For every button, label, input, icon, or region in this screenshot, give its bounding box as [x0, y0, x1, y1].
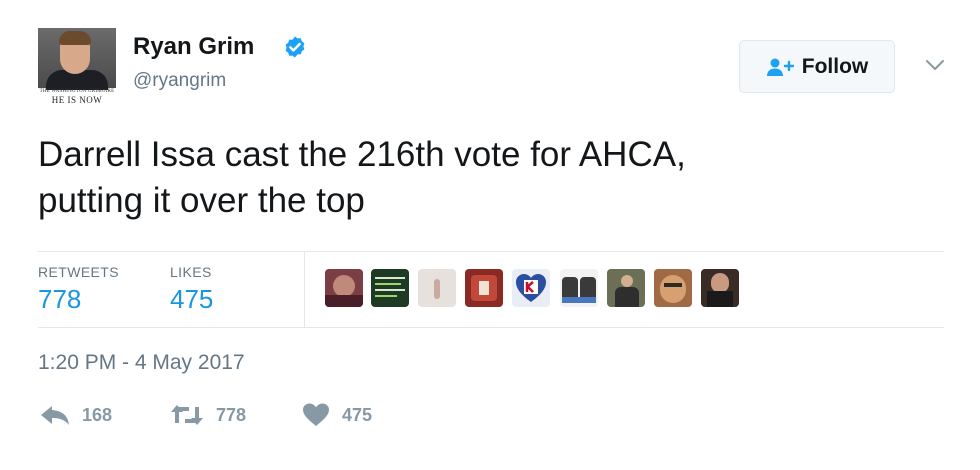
tweet-timestamp[interactable]: 1:20 PM - 4 May 2017	[38, 351, 245, 375]
chevron-down-icon[interactable]	[924, 58, 946, 72]
tweet-text-line-1: Darrell Issa cast the 216th vote for AHC…	[38, 135, 686, 174]
verified-icon	[285, 36, 305, 58]
reply-count: 168	[82, 404, 113, 425]
retweet-icon	[171, 405, 203, 425]
tweet-text-line-2: putting it over the top	[38, 181, 365, 220]
liker-avatar[interactable]	[607, 269, 645, 307]
liker-avatar[interactable]	[512, 269, 550, 307]
reply-icon	[41, 406, 69, 425]
reply-action[interactable]: 168	[40, 400, 112, 430]
tweet-text: Darrell Issa cast the 216th vote for AHC…	[38, 132, 938, 224]
likes-count[interactable]: 475	[170, 284, 213, 315]
liker-avatar[interactable]	[654, 269, 692, 307]
stats-top-divider	[38, 251, 944, 252]
liker-avatar[interactable]	[701, 269, 739, 307]
follow-label: Follow	[801, 54, 869, 78]
liker-avatar[interactable]	[418, 269, 456, 307]
follow-user-icon	[766, 58, 794, 76]
retweet-count: 778	[216, 404, 247, 425]
liker-avatar-shape	[516, 274, 546, 302]
heart-icon	[303, 403, 329, 426]
liker-avatar[interactable]	[371, 269, 409, 307]
like-count: 475	[342, 404, 373, 425]
author-name[interactable]: Ryan Grim	[133, 33, 254, 61]
avatar-photo	[38, 28, 116, 90]
avatar-caption-small: THE WASHINGTON GRIMOIRE	[39, 89, 115, 94]
liker-avatar[interactable]	[560, 269, 598, 307]
liker-avatar[interactable]	[325, 269, 363, 307]
likes-label: LIKES	[170, 264, 212, 280]
retweets-count[interactable]: 778	[38, 284, 81, 315]
like-action[interactable]: 475	[302, 400, 372, 430]
avatar-hair	[59, 31, 91, 45]
follow-button[interactable]: Follow	[739, 40, 895, 93]
stats-vertical-divider	[304, 251, 305, 327]
liker-avatar[interactable]	[465, 269, 503, 307]
retweet-action[interactable]: 778	[170, 400, 246, 430]
author-handle[interactable]: @ryangrim	[133, 70, 226, 92]
retweets-label: RETWEETS	[38, 264, 119, 280]
stats-bottom-divider	[38, 327, 944, 328]
author-avatar[interactable]: THE WASHINGTON GRIMOIRE HE IS NOW	[38, 28, 116, 104]
avatar-caption-large: HE IS NOW	[51, 95, 103, 104]
